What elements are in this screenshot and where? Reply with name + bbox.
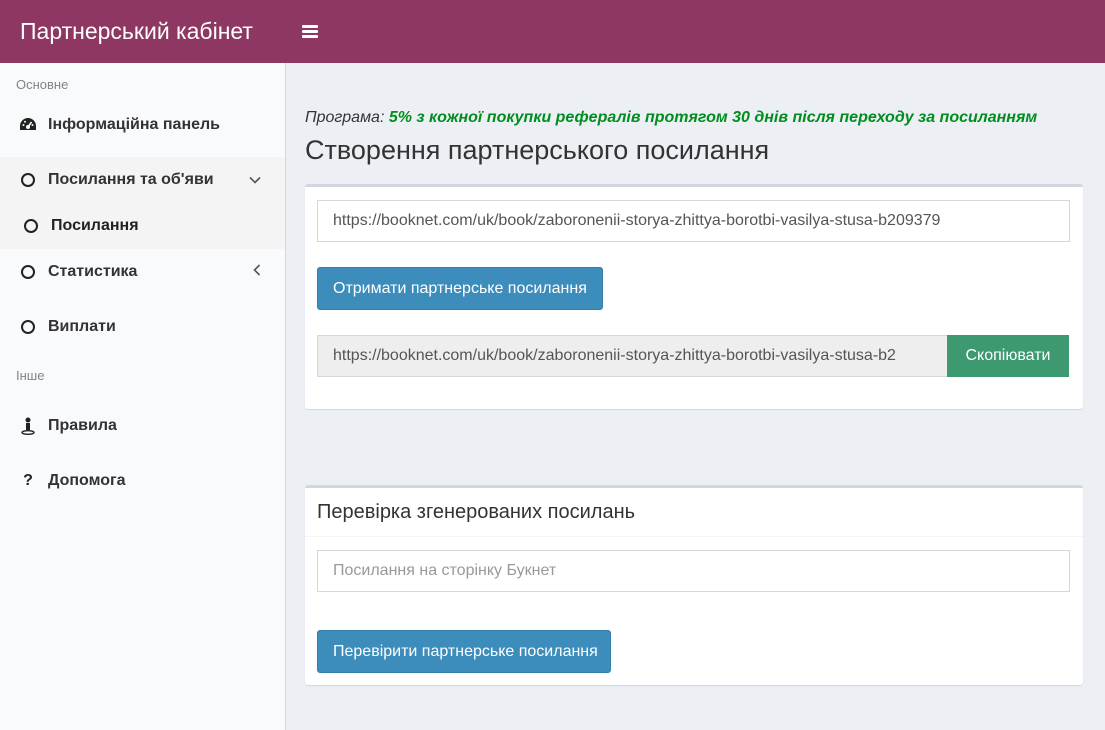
sidebar-item-label: Допомога (48, 472, 126, 489)
sidebar-item-label: Виплати (48, 318, 116, 335)
sidebar-item-dashboard[interactable]: Інформаційна панель (0, 102, 285, 148)
circle-icon (19, 171, 37, 189)
program-value: 5% з кожної покупки рефералів протягом 3… (388, 109, 1038, 126)
sidebar-item-label: Правила (48, 417, 117, 434)
circle-icon (22, 217, 40, 235)
dashboard-icon (19, 116, 37, 134)
sidebar-item-links[interactable]: Посилання (0, 203, 285, 249)
program-label: Програма: (305, 109, 385, 126)
circle-icon (19, 263, 37, 281)
chevron-left-icon (253, 263, 261, 281)
copy-button[interactable]: Скопіювати (947, 335, 1069, 377)
sidebar-section-main: Основне (16, 77, 69, 92)
program-info: Програма: 5% з кожної покупки рефералів … (305, 109, 1037, 127)
sidebar-item-label: Статистика (48, 263, 138, 280)
sidebar-item-help[interactable]: ? Допомога (0, 458, 285, 504)
sidebar-item-payouts[interactable]: Виплати (0, 304, 285, 350)
sidebar-item-label: Посилання та об'яви (48, 171, 214, 188)
sidebar-item-label: Інформаційна панель (48, 116, 221, 133)
sidebar-section-other: Інше (16, 368, 45, 383)
check-partner-link-button[interactable]: Перевірити партнерське посилання (317, 630, 611, 673)
sidebar-item-label: Посилання (51, 217, 139, 234)
create-link-box: https://booknet.com/uk/book/zaboronenii-… (305, 184, 1083, 409)
source-url-input[interactable]: https://booknet.com/uk/book/zaboronenii-… (317, 200, 1070, 242)
sidebar-toggle-button[interactable] (285, 0, 335, 63)
person-pin-icon (19, 417, 37, 435)
sidebar: Основне Інформаційна панель Посилання та… (0, 63, 286, 730)
top-navbar: Партнерський кабінет (0, 0, 1105, 63)
sidebar-group-links-ads: Посилання та об'яви Посилання (0, 157, 285, 249)
brand-logo[interactable]: Партнерський кабінет (0, 0, 285, 63)
question-icon: ? (23, 472, 33, 489)
chevron-down-icon (249, 171, 261, 189)
check-url-input[interactable]: Посилання на сторінку Букнет (317, 550, 1070, 592)
generated-link-field[interactable]: https://booknet.com/uk/book/zaboronenii-… (317, 335, 948, 377)
sidebar-item-links-ads[interactable]: Посилання та об'яви (0, 157, 285, 203)
sidebar-item-rules[interactable]: Правила (0, 403, 285, 449)
page-title: Створення партнерського посилання (305, 135, 770, 165)
hamburger-icon (302, 25, 318, 38)
check-box-title: Перевірка згенерованих посилань (305, 488, 1083, 537)
check-links-box: Перевірка згенерованих посилань Посиланн… (305, 485, 1083, 685)
get-partner-link-button[interactable]: Отримати партнерське посилання (317, 267, 603, 310)
circle-icon (19, 318, 37, 336)
sidebar-item-statistics[interactable]: Статистика (0, 249, 285, 295)
